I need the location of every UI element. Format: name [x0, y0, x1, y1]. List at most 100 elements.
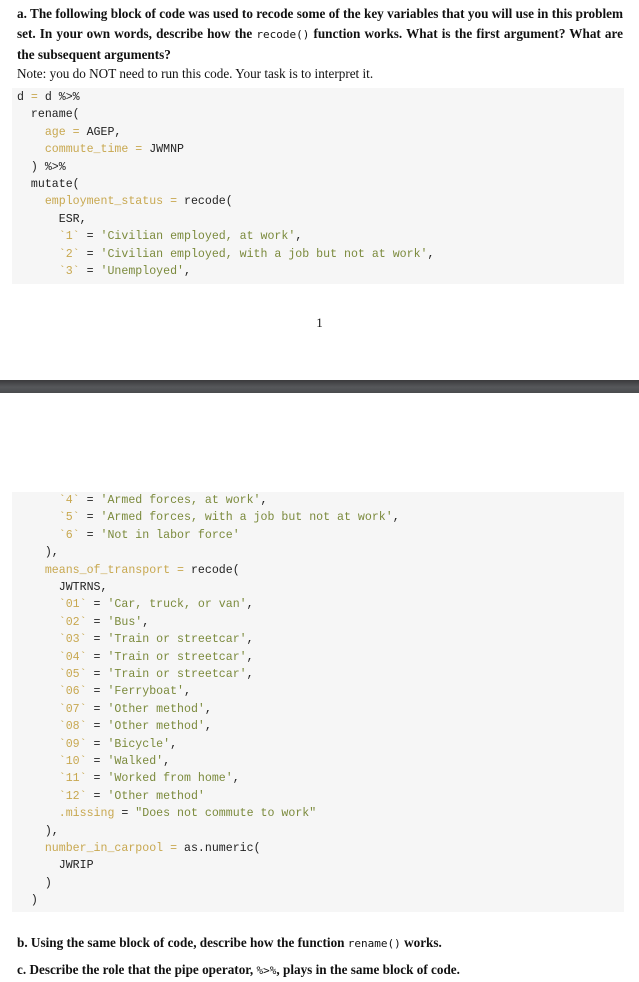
code-line: employment_status = recode( — [17, 193, 233, 210]
code-line: ESR, — [17, 211, 87, 228]
code-token: = — [79, 511, 101, 525]
code-token: number_in_carpool — [44, 842, 164, 855]
code-token: , — [295, 230, 303, 244]
code-token: = — [86, 685, 108, 699]
code-token: 'Armed forces, with a job but not at wor… — [100, 511, 393, 525]
question-c-code: %>% — [256, 964, 277, 977]
code-line: mutate( — [17, 176, 80, 193]
code-token: , — [184, 265, 191, 278]
code-token: recode( — [184, 195, 233, 209]
page-1: a. The following block of code was used … — [0, 0, 639, 380]
code-token: = — [163, 195, 184, 209]
code-token: `12` — [58, 789, 87, 803]
code-line: `6` = 'Not in labor force' — [17, 527, 240, 544]
code-token: , — [204, 702, 212, 716]
code-token: 'Car, truck, or van' — [107, 598, 247, 612]
code-token: `1` — [58, 230, 80, 244]
code-token: 'Not in labor force' — [100, 528, 240, 542]
code-token: , — [184, 685, 191, 699]
code-token: age — [44, 125, 66, 139]
code-token: = — [86, 615, 108, 629]
code-token: = — [86, 702, 108, 716]
code-line: JWRIP — [17, 857, 94, 874]
code-token: 'Walked' — [107, 755, 164, 768]
code-token: , — [246, 650, 254, 664]
code-token: `05` — [58, 668, 87, 681]
code-token: = — [79, 265, 101, 278]
question-a: a. The following block of code was used … — [17, 4, 623, 65]
code-token: `10` — [58, 755, 87, 768]
code-line: `1` = 'Civilian employed, at work', — [17, 228, 303, 245]
code-token: .missing — [58, 807, 115, 821]
code-token: , — [246, 633, 254, 647]
code-token: d %>% — [37, 91, 80, 104]
code-token: 'Train or streetcar' — [107, 633, 247, 647]
code-token: as.numeric( — [184, 842, 261, 855]
question-c-text-end: , plays in the same block of code. — [276, 962, 460, 977]
code-token: `08` — [58, 720, 87, 734]
code-token: ) %>% — [17, 160, 66, 174]
code-line: `04` = 'Train or streetcar', — [17, 649, 254, 666]
code-token: = — [79, 247, 101, 261]
code-line: `01` = 'Car, truck, or van', — [17, 596, 254, 613]
code-token: ) — [17, 876, 52, 890]
code-token: `11` — [58, 772, 87, 786]
page-separator — [0, 380, 639, 393]
code-token: 'Worked from home' — [107, 772, 233, 786]
code-token: = — [79, 494, 101, 507]
code-token: = — [30, 91, 38, 104]
code-line: `02` = 'Bus', — [17, 614, 149, 631]
code-token: = — [86, 755, 108, 768]
code-token: 'Bus' — [107, 615, 143, 629]
question-b-text-end: works. — [400, 935, 442, 950]
code-token: d — [17, 91, 31, 104]
code-token: 'Other method' — [107, 789, 205, 803]
code-token: rename( — [17, 108, 80, 122]
code-token: "Does not commute to work" — [135, 807, 317, 821]
code-token: recode( — [190, 563, 240, 577]
code-line: `5` = 'Armed forces, with a job but not … — [17, 509, 400, 526]
code-token: 'Bicycle' — [107, 737, 171, 751]
code-token: = — [86, 772, 108, 786]
code-token: , — [232, 772, 240, 786]
code-token: 'Other method' — [107, 702, 205, 716]
code-token: = — [86, 650, 108, 664]
code-line: ) — [17, 892, 38, 909]
code-token: , — [142, 615, 150, 629]
code-token: , — [170, 737, 178, 751]
code-token: `2` — [58, 247, 80, 261]
code-token: 'Train or streetcar' — [107, 650, 247, 664]
code-token: = — [79, 230, 101, 244]
code-token: JWRIP — [17, 859, 94, 873]
code-token: `5` — [58, 511, 80, 525]
code-token: `3` — [58, 265, 80, 278]
code-token: , — [392, 511, 400, 525]
code-line: JWTRNS, — [17, 579, 108, 596]
code-token: employment_status — [44, 195, 164, 209]
code-line: `3` = 'Unemployed', — [17, 263, 191, 280]
code-token: mutate( — [17, 178, 80, 191]
code-line: rename( — [17, 106, 80, 123]
code-token: = — [65, 125, 87, 139]
question-b: b. Using the same block of code, describ… — [17, 933, 623, 954]
code-token: `01` — [58, 598, 87, 612]
code-block-part-2: `4` = 'Armed forces, at work', `5` = 'Ar… — [12, 492, 624, 912]
code-line: `07` = 'Other method', — [17, 701, 212, 718]
code-line: `12` = 'Other method' — [17, 788, 205, 805]
question-c: c. Describe the role that the pipe opera… — [17, 960, 623, 981]
code-token: = — [86, 789, 108, 803]
question-b-code: rename() — [347, 937, 401, 950]
code-line: `09` = 'Bicycle', — [17, 736, 177, 753]
